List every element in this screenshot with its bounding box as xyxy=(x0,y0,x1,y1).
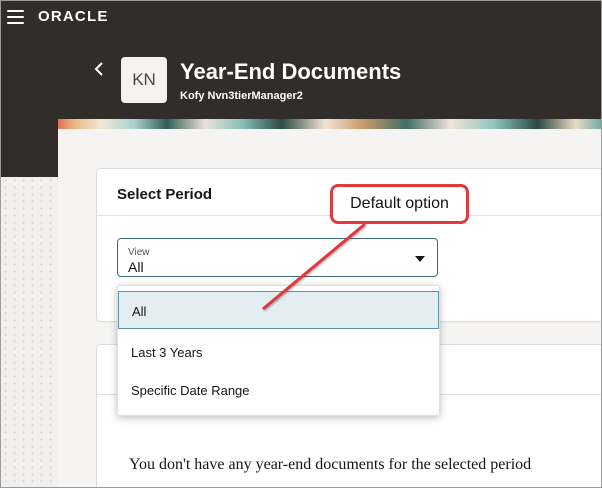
callout-text: Default option xyxy=(350,195,449,212)
section-title: Select Period xyxy=(117,186,213,203)
option-specific-date-range[interactable]: Specific Date Range xyxy=(118,371,439,409)
callout-annotation: Default option xyxy=(330,184,469,224)
oracle-logo: ORACLE xyxy=(38,8,109,25)
option-label: Specific Date Range xyxy=(131,383,250,398)
hamburger-menu-icon[interactable] xyxy=(7,10,24,24)
view-select-value: All xyxy=(128,259,144,275)
option-all[interactable]: All xyxy=(118,291,439,329)
decorative-banner xyxy=(58,119,601,129)
option-last-3-years[interactable]: Last 3 Years xyxy=(118,333,439,371)
view-select-label: View xyxy=(128,247,150,258)
page-subtitle: Kofy Nvn3tierManager2 xyxy=(180,90,303,102)
option-label: All xyxy=(132,304,147,319)
page-title: Year-End Documents xyxy=(180,59,402,84)
app-window: ORACLE KN Year-End Documents Kofy Nvn3ti… xyxy=(0,0,602,488)
empty-state-message: You don't have any year-end documents fo… xyxy=(129,456,532,473)
back-button[interactable] xyxy=(93,61,105,81)
background-pattern xyxy=(1,177,58,487)
view-select[interactable]: View All xyxy=(117,238,438,277)
view-options-dropdown: All Last 3 Years Specific Date Range xyxy=(117,285,440,416)
caret-down-icon xyxy=(415,256,425,262)
option-label: Last 3 Years xyxy=(131,345,203,360)
avatar: KN xyxy=(121,57,167,103)
chevron-left-icon xyxy=(94,62,103,76)
